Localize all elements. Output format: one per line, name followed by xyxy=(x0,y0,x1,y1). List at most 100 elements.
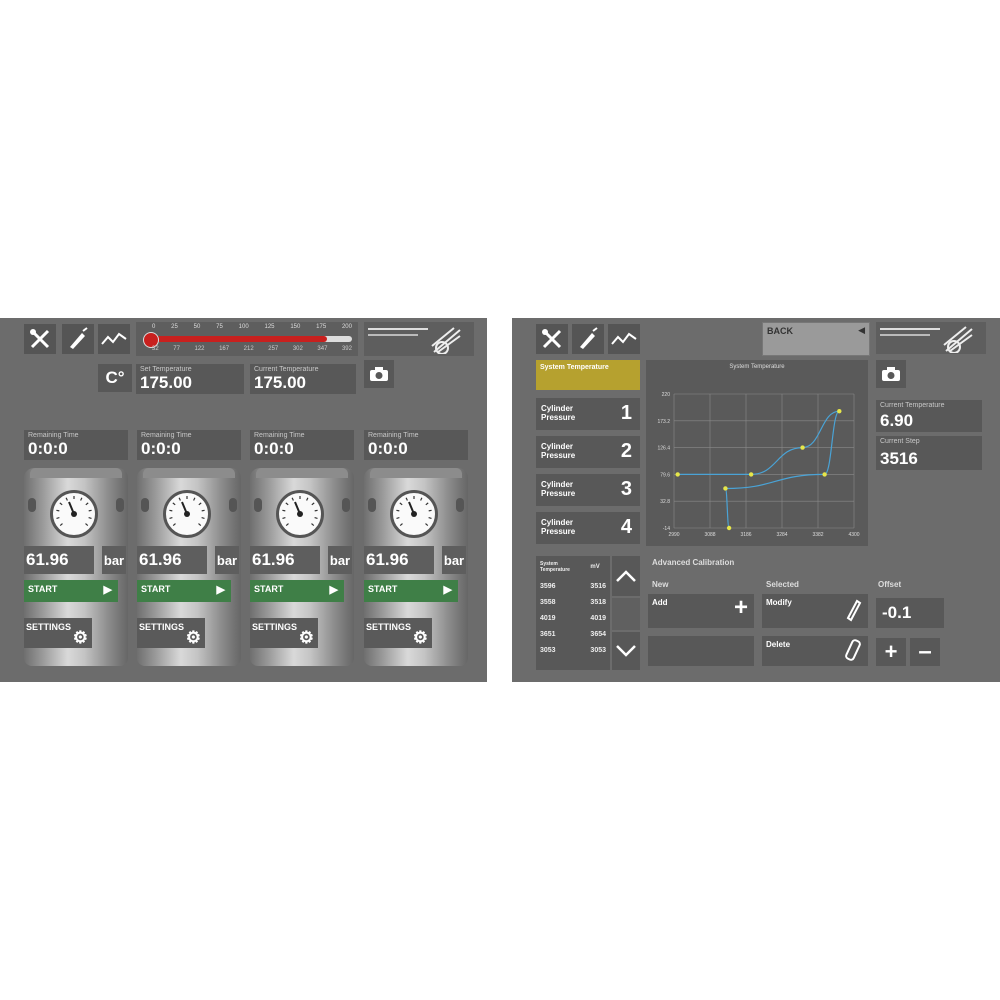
x-tick-label: 3284 xyxy=(776,532,787,538)
remaining-time-value: 0:0:0 xyxy=(141,439,181,458)
camera-icon xyxy=(370,367,388,381)
scroll-down-button[interactable] xyxy=(612,632,640,670)
current-temperature-label: Current Temperature xyxy=(880,402,945,409)
cylinder-knob xyxy=(28,498,36,512)
thermometer-subtick-label: 32 xyxy=(152,346,159,352)
pen-icon[interactable] xyxy=(572,324,604,354)
system-temperature-chart: 220173.2126.479.632.8-142990 3088 3186 3284… xyxy=(657,392,859,538)
chart-point xyxy=(748,472,754,477)
remaining-time-box: Remaining Time 0:0:0 xyxy=(250,430,354,460)
back-button[interactable]: BACK ◀ xyxy=(762,322,870,356)
settings-button[interactable]: SETTINGS ⚙ xyxy=(137,618,205,648)
add-secondary-field[interactable] xyxy=(648,636,754,666)
selected-label: Selected xyxy=(766,580,799,589)
offset-field[interactable]: -0.1 xyxy=(876,598,944,628)
chart-point xyxy=(726,525,732,531)
thermometer-tick-label: 25 xyxy=(171,324,178,330)
offset-decrement-button[interactable]: – xyxy=(910,638,940,666)
modify-button[interactable]: Modify xyxy=(762,594,868,628)
thermometer-subtick-label: 302 xyxy=(292,346,303,352)
current-step-label: Current Step xyxy=(880,438,920,445)
table-cell: 4019 xyxy=(590,614,606,622)
table-row[interactable]: 3558 3518 xyxy=(536,594,610,610)
pressure-unit: bar xyxy=(215,546,239,574)
cylinder-pressure-label: Cylinder Pressure xyxy=(541,404,576,422)
x-tick-label: 2990 xyxy=(668,532,679,538)
start-label: START xyxy=(368,584,398,594)
cylinder-knob xyxy=(229,498,237,512)
table-cell: 4019 xyxy=(540,614,556,622)
system-temperature-button[interactable]: System Temperature xyxy=(536,360,640,390)
table-row[interactable]: 3053 3053 xyxy=(536,642,610,658)
thermometer-tick-label: 50 xyxy=(193,324,201,330)
y-tick-label: 79.6 xyxy=(660,472,670,478)
right-panel: BACK ◀ System Temperature Cylinder Press… xyxy=(512,318,1000,682)
pressure-value-text: 61.96 xyxy=(26,550,69,569)
start-button[interactable]: START ▶ xyxy=(137,580,231,602)
company-logo xyxy=(364,322,474,356)
table-row[interactable]: 3651 3654 xyxy=(536,626,610,642)
scroll-up-button[interactable] xyxy=(612,556,640,596)
cylinder-knob xyxy=(116,498,124,512)
start-button[interactable]: START ▶ xyxy=(250,580,344,602)
settings-button[interactable]: SETTINGS ⚙ xyxy=(364,618,432,648)
current-step-value: 3516 xyxy=(880,449,918,468)
calibration-table: System Temperature mV 3596 3516 3558 351… xyxy=(536,556,610,670)
chart-icon[interactable] xyxy=(98,324,130,354)
offset-increment-button[interactable]: + xyxy=(876,638,906,666)
eraser-icon xyxy=(845,639,861,661)
camera-button[interactable] xyxy=(364,360,394,388)
remaining-time-label: Remaining Time xyxy=(141,432,192,439)
current-temperature-box: Current Temperature 175.00 xyxy=(250,364,356,394)
settings-button[interactable]: SETTINGS ⚙ xyxy=(24,618,92,648)
table-row[interactable]: 4019 4019 xyxy=(536,610,610,626)
start-label: START xyxy=(141,584,171,594)
start-button[interactable]: START ▶ xyxy=(364,580,458,602)
pencil-icon xyxy=(846,599,862,622)
chart-icon[interactable] xyxy=(608,324,640,354)
remaining-time-box: Remaining Time 0:0:0 xyxy=(364,430,468,460)
offset-value: -0.1 xyxy=(882,603,912,622)
cylinder-pressure-button[interactable]: Cylinder Pressure 3 xyxy=(536,474,640,506)
pressure-unit: bar xyxy=(328,546,352,574)
pen-icon[interactable] xyxy=(62,324,94,354)
current-temperature-label: Current Temperature xyxy=(254,366,319,373)
gear-icon: ⚙ xyxy=(298,628,314,647)
cylinder-knob xyxy=(342,498,350,512)
pressure-value-text: 61.96 xyxy=(252,550,295,569)
x-tick-label: 3186 xyxy=(740,532,751,538)
cylinder-pressure-button[interactable]: Cylinder Pressure 4 xyxy=(536,512,640,544)
tools-icon[interactable] xyxy=(536,324,568,354)
x-tick-label: 3088 xyxy=(704,532,715,538)
modify-label: Modify xyxy=(766,598,792,607)
start-button[interactable]: START ▶ xyxy=(24,580,118,602)
table-cell: 3596 xyxy=(540,582,556,590)
play-icon: ▶ xyxy=(103,584,112,596)
remaining-time-label: Remaining Time xyxy=(28,432,79,439)
current-temperature-value: 6.90 xyxy=(880,411,914,430)
tools-icon[interactable] xyxy=(24,324,56,354)
settings-button[interactable]: SETTINGS ⚙ xyxy=(250,618,318,648)
thermometer-tick-label: 125 xyxy=(264,324,275,330)
set-temperature-label: Set Temperature xyxy=(140,366,192,373)
table-cell: 3518 xyxy=(590,598,606,606)
delete-button[interactable]: Delete xyxy=(762,636,868,666)
settings-label: SETTINGS xyxy=(139,622,185,632)
current-temperature-box: Current Temperature 6.90 xyxy=(876,400,982,432)
thermometer-subtick-label: 77 xyxy=(173,346,180,352)
scroll-track[interactable] xyxy=(612,598,640,630)
table-cell: 3516 xyxy=(590,582,606,590)
cylinder-pressure-button[interactable]: Cylinder Pressure 1 xyxy=(536,398,640,430)
current-step-box: Current Step 3516 xyxy=(876,436,982,470)
cylinder-pressure-button[interactable]: Cylinder Pressure 2 xyxy=(536,436,640,468)
plus-icon: + xyxy=(733,594,748,621)
settings-label: SETTINGS xyxy=(252,622,298,632)
camera-button[interactable] xyxy=(876,360,906,388)
add-button[interactable]: Add + xyxy=(648,594,754,628)
gauge-icon xyxy=(50,490,98,538)
new-label: New xyxy=(652,580,669,589)
chart-series-line xyxy=(677,410,840,529)
settings-label: SETTINGS xyxy=(26,622,72,632)
table-row[interactable]: 3596 3516 xyxy=(536,578,610,594)
play-icon: ▶ xyxy=(216,584,225,596)
